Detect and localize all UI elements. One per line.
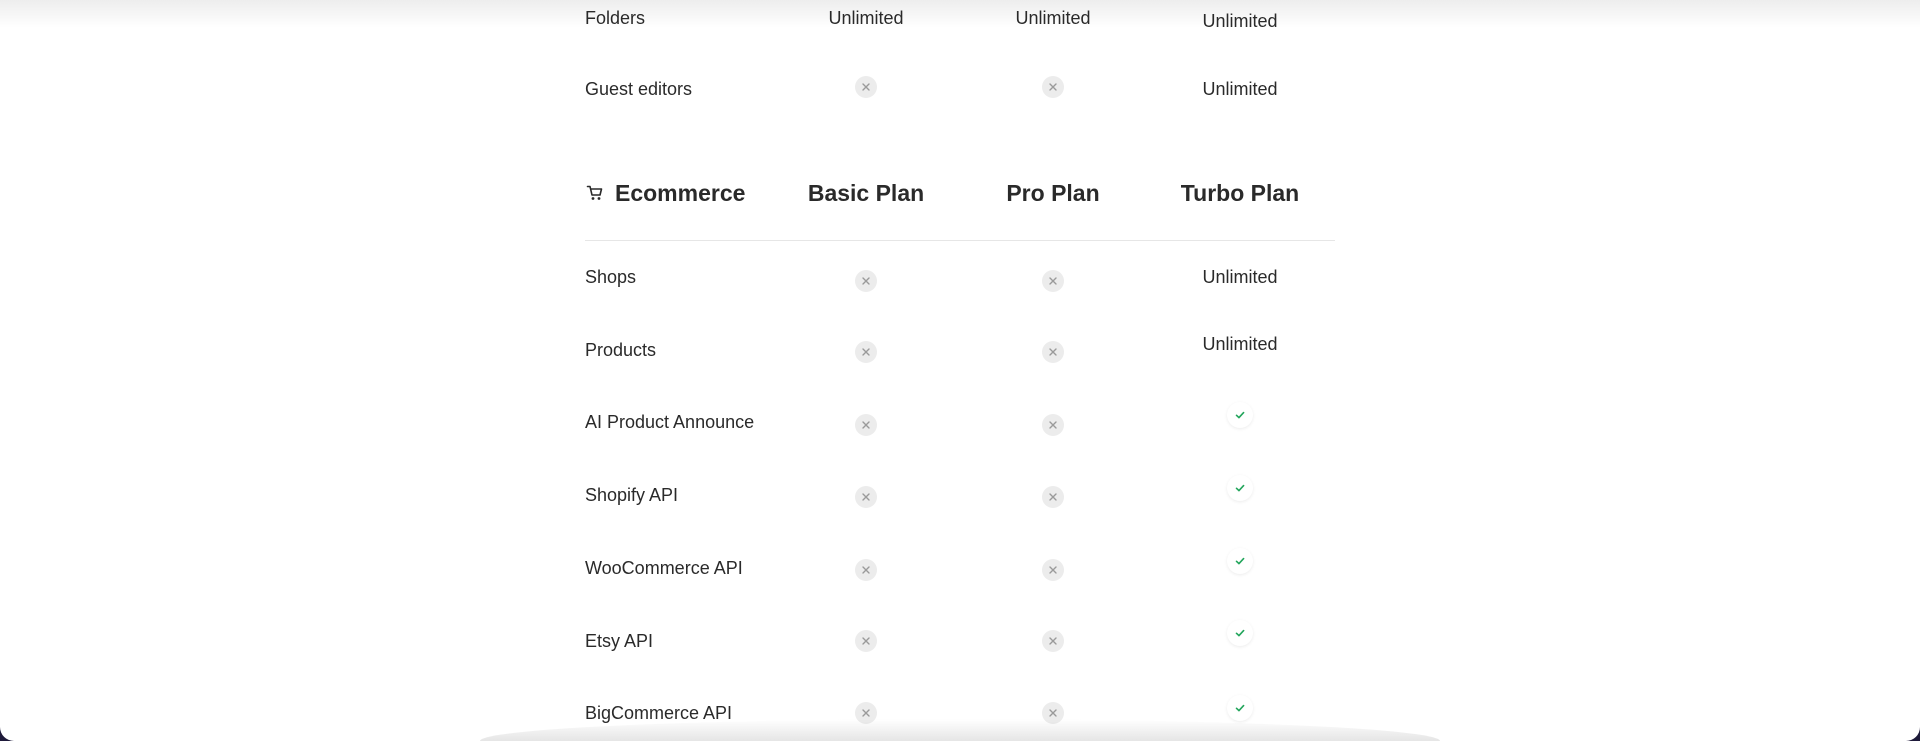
basic-plan-header: Basic Plan xyxy=(807,179,925,206)
check-icon xyxy=(1227,620,1253,646)
basic-plan-value xyxy=(786,621,946,661)
turbo-plan-header: Turbo Plan xyxy=(1180,179,1300,206)
x-icon xyxy=(1042,270,1064,292)
pro-plan-header: Pro Plan xyxy=(1006,179,1100,206)
check-icon xyxy=(1227,402,1253,428)
section-title: Ecommerce xyxy=(585,168,785,218)
turbo-plan-value: Unlimited xyxy=(1202,266,1278,287)
turbo-plan-value: Unlimited xyxy=(1202,78,1278,99)
x-icon xyxy=(855,559,877,581)
feature-label: WooCommerce API xyxy=(585,557,743,578)
feature-label: Products xyxy=(585,339,657,360)
x-icon xyxy=(1042,486,1064,508)
pro-plan-value: Unlimited xyxy=(1015,7,1091,28)
basic-plan-value xyxy=(786,693,946,733)
feature-label: AI Product Announce xyxy=(585,411,755,432)
table-row-etsy-api: Etsy API xyxy=(585,620,1335,661)
table-row-folders: Folders Unlimited Unlimited Unlimited xyxy=(585,0,1335,38)
x-icon xyxy=(855,414,877,436)
feature-label: Shops xyxy=(585,266,637,287)
pro-plan-value xyxy=(973,621,1133,661)
pro-plan-value xyxy=(973,405,1133,445)
section-divider xyxy=(585,240,1335,241)
table-row-shopify-api: Shopify API xyxy=(585,475,1335,515)
turbo-plan-value xyxy=(1160,541,1320,581)
table-row-ai-product-announce: AI Product Announce xyxy=(585,402,1335,442)
feature-label: BigCommerce API xyxy=(585,702,733,723)
check-icon xyxy=(1227,475,1253,501)
x-icon xyxy=(1042,630,1064,652)
pro-plan-value xyxy=(973,67,1133,107)
basic-plan-value xyxy=(786,261,946,301)
x-icon xyxy=(1042,76,1064,98)
shopping-cart-icon xyxy=(585,183,605,203)
feature-label: Folders xyxy=(585,7,646,28)
x-icon xyxy=(855,341,877,363)
table-row-shops: Shops Unlimited xyxy=(585,257,1335,297)
table-row-guest-editors: Guest editors Unlimited xyxy=(585,69,1335,109)
pro-plan-value xyxy=(973,693,1133,733)
x-icon xyxy=(855,630,877,652)
turbo-plan-value xyxy=(1160,468,1320,508)
basic-plan-value xyxy=(786,67,946,107)
pro-plan-value xyxy=(973,550,1133,590)
pro-plan-value xyxy=(973,332,1133,372)
feature-label: Guest editors xyxy=(585,78,693,99)
table-row-products: Products Unlimited xyxy=(585,330,1335,370)
x-icon xyxy=(855,270,877,292)
x-icon xyxy=(1042,559,1064,581)
x-icon xyxy=(855,702,877,724)
x-icon xyxy=(1042,702,1064,724)
basic-plan-value: Unlimited xyxy=(828,7,904,28)
x-icon xyxy=(855,486,877,508)
pro-plan-value xyxy=(973,477,1133,517)
section-title-text: Ecommerce xyxy=(615,179,746,206)
basic-plan-value xyxy=(786,477,946,517)
basic-plan-value xyxy=(786,550,946,590)
turbo-plan-value: Unlimited xyxy=(1202,10,1278,31)
feature-label: Shopify API xyxy=(585,484,679,505)
turbo-plan-value xyxy=(1160,395,1320,435)
x-icon xyxy=(855,76,877,98)
pro-plan-value xyxy=(973,261,1133,301)
check-icon xyxy=(1227,548,1253,574)
table-row-bigcommerce-api: BigCommerce API xyxy=(585,693,1335,733)
x-icon xyxy=(1042,341,1064,363)
check-icon xyxy=(1227,695,1253,721)
turbo-plan-value xyxy=(1160,613,1320,653)
basic-plan-value xyxy=(786,332,946,372)
ecommerce-section-header: Ecommerce Basic Plan Pro Plan Turbo Plan xyxy=(585,168,1335,218)
turbo-plan-value: Unlimited xyxy=(1202,333,1278,354)
x-icon xyxy=(1042,414,1064,436)
table-row-woocommerce-api: WooCommerce API xyxy=(585,548,1335,588)
feature-label: Etsy API xyxy=(585,630,654,651)
pricing-comparison-page: Folders Unlimited Unlimited Unlimited Gu… xyxy=(0,0,1920,741)
turbo-plan-value xyxy=(1160,688,1320,728)
basic-plan-value xyxy=(786,405,946,445)
